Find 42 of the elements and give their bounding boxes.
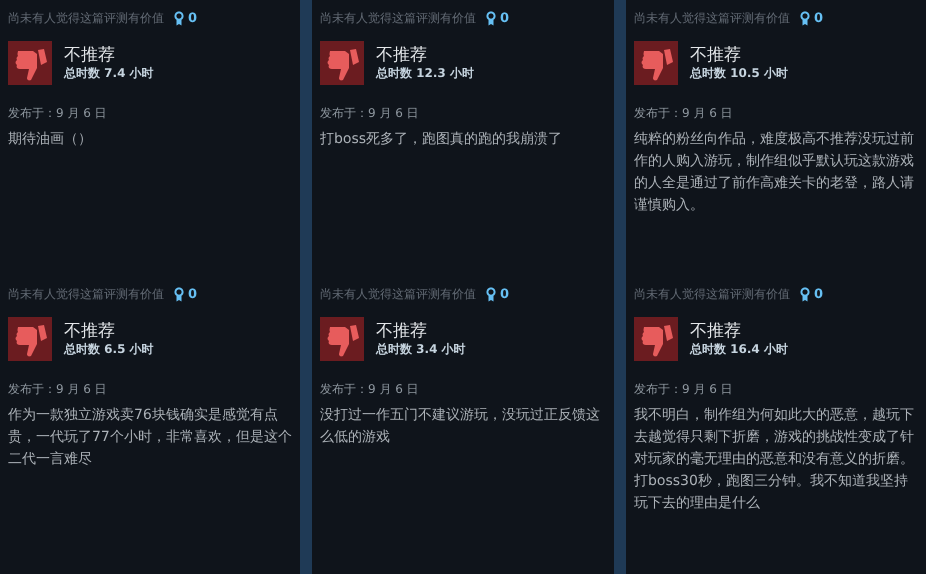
award-icon xyxy=(174,10,184,26)
review-text: 我不明白，制作组为何如此大的恶意，越玩下去越觉得只剩下折磨，游戏的挑战性变成了针对玩家的毫无理由的恶意和没有意义的折磨。打boss30秒，跑图三分钟。我不知道我坚持玩下去的理由是什么 xyxy=(634,406,915,513)
posted-date: 发布于：9 月 6 日 xyxy=(320,105,420,122)
review-text: 作为一款独立游戏卖76块钱确实是感觉有点贵，一代玩了77个小时，非常喜欢，但是这个二代一言难尽 xyxy=(8,406,293,469)
award-icon xyxy=(800,10,810,26)
verdict-title: 不推荐 xyxy=(690,321,742,341)
verdict-title: 不推荐 xyxy=(376,321,428,341)
award-icon xyxy=(800,286,810,302)
review-text: 纯粹的粉丝向作品，难度极高不推荐没玩过前作的人购入游玩，制作组似乎默认玩这款游戏的人全是通过了前作高难关卡的老登，路人请谨慎购入。 xyxy=(634,130,915,215)
verdict-title: 不推荐 xyxy=(64,321,116,341)
helpful-text: 尚未有人觉得这篇评测有价值 xyxy=(634,286,790,302)
award-count: 0 xyxy=(188,286,198,302)
hours-played: 总时数 16.4 小时 xyxy=(690,341,788,357)
hours-played: 总时数 3.4 小时 xyxy=(376,341,466,357)
posted-date: 发布于：9 月 6 日 xyxy=(8,381,108,398)
award-icon xyxy=(174,286,184,302)
helpful-text: 尚未有人觉得这篇评测有价值 xyxy=(320,286,476,302)
posted-date: 发布于：9 月 6 日 xyxy=(320,381,420,398)
award-count: 0 xyxy=(188,10,198,26)
posted-date: 发布于：9 月 6 日 xyxy=(634,105,734,122)
helpful-text: 尚未有人觉得这篇评测有价值 xyxy=(8,10,164,26)
posted-date: 发布于：9 月 6 日 xyxy=(8,105,108,122)
hours-played: 总时数 7.4 小时 xyxy=(64,65,154,81)
helpful-text: 尚未有人觉得这篇评测有价值 xyxy=(320,10,476,26)
award-count: 0 xyxy=(814,10,824,26)
helpful-text: 尚未有人觉得这篇评测有价值 xyxy=(634,10,790,26)
verdict-title: 不推荐 xyxy=(376,45,428,65)
review-text: 期待油画（） xyxy=(8,130,93,149)
posted-date: 发布于：9 月 6 日 xyxy=(634,381,734,398)
review-text: 打boss死多了，跑图真的跑的我崩溃了 xyxy=(320,130,564,149)
verdict-title: 不推荐 xyxy=(690,45,742,65)
helpful-text: 尚未有人觉得这篇评测有价值 xyxy=(8,286,164,302)
verdict-title: 不推荐 xyxy=(64,45,116,65)
award-icon xyxy=(486,10,496,26)
award-count: 0 xyxy=(500,10,510,26)
award-count: 0 xyxy=(500,286,510,302)
hours-played: 总时数 12.3 小时 xyxy=(376,65,474,81)
review-text: 没打过一作五门不建议游玩，没玩过正反馈这么低的游戏 xyxy=(320,406,601,447)
hours-played: 总时数 6.5 小时 xyxy=(64,341,154,357)
award-icon xyxy=(486,286,496,302)
award-count: 0 xyxy=(814,286,824,302)
hours-played: 总时数 10.5 小时 xyxy=(690,65,788,81)
